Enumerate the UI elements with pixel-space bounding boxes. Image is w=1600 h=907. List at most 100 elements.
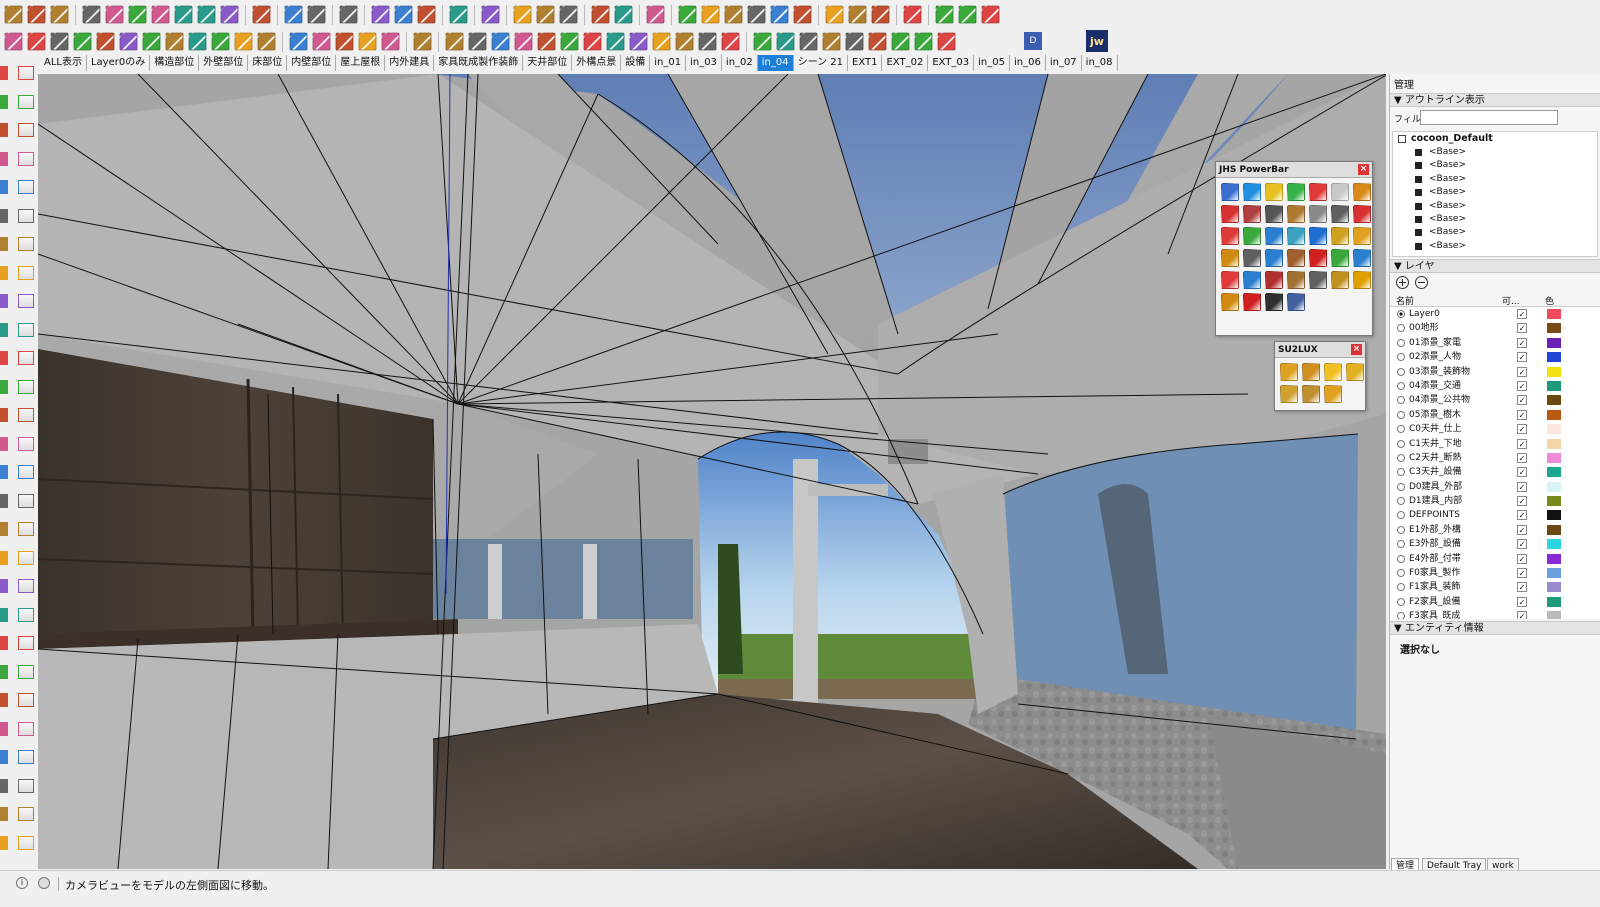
jhs-tool-icon[interactable]	[1221, 271, 1239, 289]
scene-tab[interactable]: in_02	[722, 55, 758, 71]
layer-color-swatch[interactable]	[1547, 582, 1561, 593]
layer-color-swatch[interactable]	[1547, 553, 1561, 564]
layer-visible-checkbox[interactable]: ✓	[1517, 309, 1527, 319]
active-layer-radio[interactable]	[1397, 453, 1405, 462]
scene-tab[interactable]: in_07	[1046, 55, 1082, 71]
record-icon[interactable]	[903, 5, 922, 24]
follow-me-icon[interactable]	[197, 5, 216, 24]
cube-icon[interactable]	[27, 5, 46, 24]
rotate-icon[interactable]	[128, 5, 147, 24]
book-icon[interactable]	[591, 5, 610, 24]
sphere2-icon[interactable]	[701, 5, 720, 24]
layer-row[interactable]: D0建具_外部 ✓	[1390, 480, 1600, 494]
wave-icon[interactable]	[4, 32, 23, 51]
push-pull-tool-icon[interactable]	[0, 237, 8, 251]
jhs-tool-icon[interactable]	[1353, 183, 1371, 201]
active-layer-radio[interactable]	[1397, 381, 1405, 390]
move-icon[interactable]	[18, 294, 34, 308]
edit-c-icon[interactable]	[491, 32, 510, 51]
outline-item[interactable]: <Base>	[1393, 159, 1597, 172]
active-layer-radio[interactable]	[1397, 525, 1405, 534]
layer-row[interactable]: F1家具_装飾 ✓	[1390, 580, 1600, 594]
jhs-tool-icon[interactable]	[1287, 227, 1305, 245]
eraser-icon[interactable]	[18, 94, 34, 109]
clock-icon[interactable]	[307, 5, 326, 24]
user-icon[interactable]	[38, 877, 50, 889]
curve3-icon[interactable]	[257, 32, 276, 51]
sandbox-icon[interactable]	[394, 5, 413, 24]
layer-visible-checkbox[interactable]: ✓	[1517, 352, 1527, 363]
jhs-tool-icon[interactable]	[1287, 293, 1305, 311]
dimension-icon[interactable]	[284, 5, 303, 24]
tape-icon[interactable]	[0, 322, 8, 337]
active-layer-radio[interactable]	[1397, 310, 1405, 318]
paint-icon[interactable]	[18, 123, 34, 137]
orbit-tool-icon[interactable]	[0, 436, 8, 451]
active-layer-radio[interactable]	[1397, 554, 1405, 563]
active-layer-radio[interactable]	[1397, 338, 1405, 347]
active-layer-radio[interactable]	[1397, 367, 1405, 376]
flip-icon[interactable]	[417, 5, 436, 24]
scene-tab[interactable]: in_03	[686, 55, 722, 71]
su2lux-tool-icon[interactable]	[1302, 363, 1320, 381]
layer-row[interactable]: 04添景_公共物 ✓	[1390, 393, 1600, 407]
layer-color-swatch[interactable]	[1547, 539, 1561, 550]
scene-tab[interactable]: 内外建具	[385, 55, 435, 71]
render-b-icon[interactable]	[981, 5, 1000, 24]
play-icon[interactable]	[914, 32, 933, 51]
purple-cone-icon[interactable]	[449, 5, 468, 24]
plant-b-icon[interactable]	[536, 5, 555, 24]
paint-bucket-icon[interactable]	[82, 5, 101, 24]
layer-row[interactable]: F0家具_製作 ✓	[1390, 566, 1600, 580]
layer-row[interactable]: C0天井_仕上 ✓	[1390, 422, 1600, 436]
orbit-tool-icon[interactable]	[18, 579, 34, 593]
jhs-tool-icon[interactable]	[1353, 249, 1371, 267]
outline-filter-input[interactable]	[1420, 110, 1558, 125]
offset-tool-icon[interactable]	[18, 408, 34, 422]
layer-row[interactable]: C1天井_下地 ✓	[1390, 437, 1600, 451]
active-layer-radio[interactable]	[1397, 482, 1405, 491]
su2lux-tool-icon[interactable]	[1302, 385, 1320, 403]
section-tool-icon[interactable]	[0, 607, 8, 622]
layer-visible-checkbox[interactable]: ✓	[1517, 424, 1527, 435]
layer-visible-checkbox[interactable]: ✓	[1517, 539, 1527, 550]
curve-icon[interactable]	[211, 32, 230, 51]
jhs-tool-icon[interactable]	[1243, 227, 1261, 245]
layer-color-swatch[interactable]	[1547, 424, 1561, 435]
component-icon[interactable]	[50, 5, 69, 24]
outline-item[interactable]: <Base>	[1393, 240, 1597, 253]
layer-visible-checkbox[interactable]: ✓	[1517, 582, 1527, 593]
layer-visible-checkbox[interactable]: ✓	[1517, 596, 1527, 607]
scene-tab[interactable]: in_05	[974, 55, 1010, 71]
position-camera-icon[interactable]	[0, 636, 8, 650]
arc-icon[interactable]	[96, 32, 115, 51]
layer-row[interactable]: C2天井_断熱 ✓	[1390, 451, 1600, 465]
layer-color-swatch[interactable]	[1547, 496, 1561, 507]
edit-i-icon[interactable]	[629, 32, 648, 51]
scene-tab[interactable]: Layer0のみ	[87, 55, 151, 71]
layer-visible-checkbox[interactable]: ✓	[1517, 553, 1527, 564]
layer-visible-checkbox[interactable]: ✓	[1517, 481, 1527, 492]
add-layer-button[interactable]: +	[1396, 276, 1409, 289]
edit-f-icon[interactable]	[560, 32, 579, 51]
layer-visible-checkbox[interactable]: ✓	[1517, 380, 1527, 391]
active-layer-radio[interactable]	[1397, 497, 1405, 506]
su2lux-tool-icon[interactable]	[1324, 363, 1342, 381]
position-camera-icon[interactable]	[18, 778, 34, 793]
layer-row[interactable]: 05添景_樹木 ✓	[1390, 408, 1600, 422]
layer-row[interactable]: 02添景_人物 ✓	[1390, 350, 1600, 364]
layer-color-swatch[interactable]	[1547, 323, 1561, 334]
jhs-tool-icon[interactable]	[1243, 183, 1261, 201]
gear-shade-icon[interactable]	[413, 32, 432, 51]
jhs-tool-icon[interactable]	[1221, 205, 1239, 223]
jhs-tool-icon[interactable]	[1243, 249, 1261, 267]
look-icon[interactable]	[0, 579, 8, 593]
d-button[interactable]: D	[1024, 32, 1042, 50]
target2-icon[interactable]	[822, 32, 841, 51]
scene-tab[interactable]: in_06	[1010, 55, 1046, 71]
offset-icon[interactable]	[174, 5, 193, 24]
freehand-icon[interactable]	[27, 32, 46, 51]
layer-row[interactable]: F2家具_設備 ✓	[1390, 595, 1600, 609]
rotate-tool-icon[interactable]	[18, 322, 34, 337]
stairs-icon[interactable]	[646, 5, 665, 24]
